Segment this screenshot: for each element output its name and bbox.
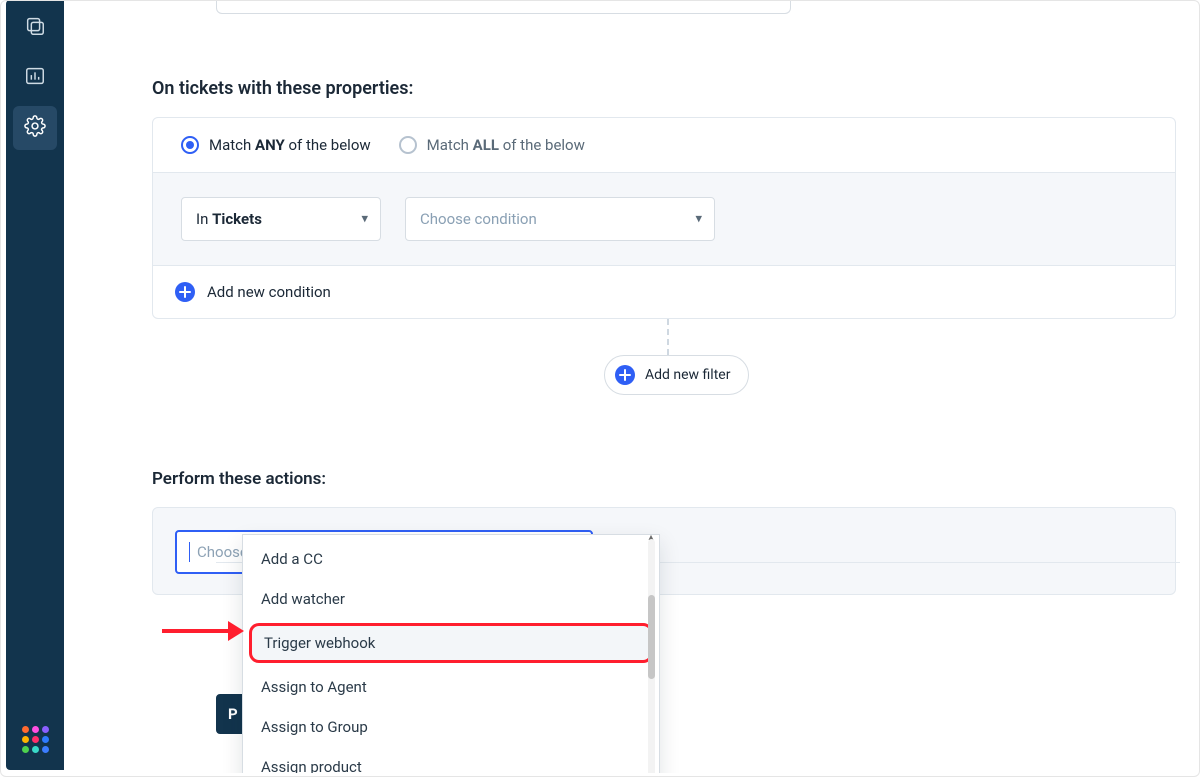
cutoff-field-top[interactable] xyxy=(216,0,791,14)
annotation-arrow xyxy=(162,626,244,636)
sidebar-item-reports[interactable] xyxy=(13,56,57,100)
in-entity-select[interactable]: In Tickets ▾ xyxy=(181,197,381,241)
choose-condition-placeholder: Choose condition xyxy=(420,210,537,228)
sidebar-item-settings[interactable] xyxy=(13,106,57,150)
conditions-panel: Match ANY of the below Match ALL of the … xyxy=(152,117,1176,319)
main-content: On tickets with these properties: Match … xyxy=(64,0,1196,773)
add-condition-button[interactable]: Add new condition xyxy=(153,266,1175,318)
filter-connector: Add new filter xyxy=(152,319,1188,397)
in-entity-value: In Tickets xyxy=(196,210,262,228)
action-option-trigger-webhook[interactable]: Trigger webhook xyxy=(243,619,659,667)
text-cursor-icon xyxy=(189,542,190,562)
match-any-label: Match ANY of the below xyxy=(209,136,371,154)
action-option-assign-agent[interactable]: Assign to Agent xyxy=(243,667,659,707)
sidebar-item-tickets[interactable] xyxy=(13,6,57,50)
action-option-add-cc[interactable]: Add a CC xyxy=(243,539,659,579)
chevron-down-icon: ▾ xyxy=(361,212,368,227)
add-filter-label: Add new filter xyxy=(645,367,730,383)
radio-unselected-icon xyxy=(399,136,417,154)
tickets-icon xyxy=(24,15,46,41)
bar-chart-icon xyxy=(24,65,46,91)
actions-section-title: Perform these actions: xyxy=(152,469,1188,489)
scrollbar-thumb[interactable] xyxy=(648,595,655,679)
left-sidebar xyxy=(6,0,64,770)
plus-circle-icon xyxy=(175,282,195,302)
match-all-label: Match ALL of the below xyxy=(427,136,585,154)
radio-selected-icon xyxy=(181,136,199,154)
condition-row: In Tickets ▾ Choose condition ▾ xyxy=(153,172,1175,266)
action-option-assign-product[interactable]: Assign product xyxy=(243,747,659,773)
dashed-connector-line xyxy=(667,319,669,355)
action-option-assign-group[interactable]: Assign to Group xyxy=(243,707,659,747)
add-filter-button[interactable]: Add new filter xyxy=(604,355,749,395)
choose-condition-select[interactable]: Choose condition ▾ xyxy=(405,197,715,241)
conditions-section-title: On tickets with these properties: xyxy=(152,78,1188,99)
match-all-radio[interactable]: Match ALL of the below xyxy=(399,136,585,154)
gear-icon xyxy=(24,115,46,141)
action-option-add-watcher[interactable]: Add watcher xyxy=(243,579,659,619)
match-any-radio[interactable]: Match ANY of the below xyxy=(181,136,371,154)
chevron-down-icon: ▾ xyxy=(695,212,702,227)
app-switcher-icon[interactable] xyxy=(18,722,52,756)
dropdown-scrollbar[interactable]: ▴ ▾ xyxy=(645,535,657,773)
add-condition-label: Add new condition xyxy=(207,283,331,301)
choose-action-dropdown: Add a CC Add watcher Trigger webhook Ass… xyxy=(242,534,660,773)
plus-circle-icon xyxy=(615,365,635,385)
